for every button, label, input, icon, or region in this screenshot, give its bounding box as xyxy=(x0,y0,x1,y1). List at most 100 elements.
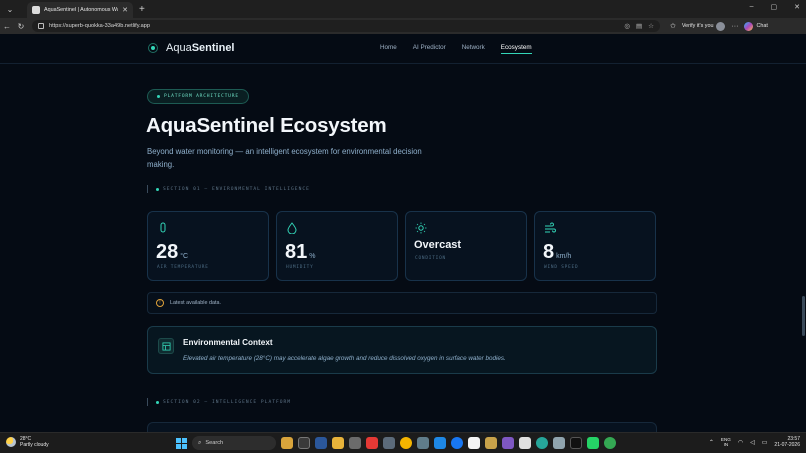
brand-mark-icon xyxy=(148,43,158,53)
address-bar-row: ← ↻ https://superb-quokka-33a49b.netlify… xyxy=(0,18,806,34)
browser-tab-bar: ⌄ AquaSentinel | Autonomous Wate ✕ + – ▢… xyxy=(0,0,806,18)
favorite-star-icon[interactable]: ☆ xyxy=(648,22,654,30)
brand-name: AquaSentinel xyxy=(166,42,235,54)
nav-ecosystem[interactable]: Ecosystem xyxy=(500,44,532,54)
metric-value: Overcast xyxy=(414,239,462,251)
wifi-icon[interactable]: ◠ xyxy=(738,439,743,446)
browser-tab[interactable]: AquaSentinel | Autonomous Wate ✕ xyxy=(27,2,133,18)
verify-button[interactable]: Verify it's you xyxy=(681,21,726,31)
section-01-label: SECTION 01 — ENVIRONMENTAL INTELLIGENCE xyxy=(147,185,310,193)
tab-close-icon[interactable]: ✕ xyxy=(122,6,128,14)
metric-card-humidity: 81% HUMIDITY xyxy=(276,211,398,281)
chrome-app-icon[interactable] xyxy=(400,437,412,449)
file-explorer-icon[interactable] xyxy=(332,437,344,449)
brand-logo[interactable]: AquaSentinel xyxy=(148,42,235,54)
notepad-app-icon[interactable] xyxy=(519,437,531,449)
tab-title: AquaSentinel | Autonomous Wate xyxy=(44,7,119,13)
windows-taskbar: 28°C Partly cloudy ⌕ Search ⌃ ENG IN ◠ ◁ ▭ xyxy=(0,432,806,453)
metric-label: WIND SPEED xyxy=(544,265,579,270)
edge-app-icon[interactable] xyxy=(536,437,548,449)
context-grid-icon xyxy=(158,338,174,354)
metric-cards: 28 °C AIR TEMPERATURE 81% HUMIDITY Overca… xyxy=(147,211,656,281)
new-tab-button[interactable]: + xyxy=(139,4,145,15)
minimize-button[interactable]: – xyxy=(750,3,754,11)
metric-value: 28 °C xyxy=(156,241,189,263)
task-view-icon[interactable] xyxy=(298,437,310,449)
metric-label: HUMIDITY xyxy=(286,265,314,270)
sun-icon xyxy=(415,222,427,234)
nav-network[interactable]: Network xyxy=(462,44,485,54)
url-text: https://superb-quokka-33a49b.netlify.app xyxy=(49,23,150,29)
metric-label: AIR TEMPERATURE xyxy=(157,265,209,270)
chat-label: Chat xyxy=(756,23,768,29)
clock[interactable]: 23:57 21-07-2026 xyxy=(774,436,800,448)
metric-value: 81% xyxy=(285,241,316,263)
app-icon[interactable] xyxy=(349,437,361,449)
intelligence-platform-card xyxy=(147,422,657,432)
verify-label: Verify it's you xyxy=(681,23,714,29)
mail-app-icon[interactable] xyxy=(434,437,446,449)
volume-icon[interactable]: ◁ xyxy=(750,439,755,446)
weather-desc: Partly cloudy xyxy=(20,442,49,448)
wind-icon xyxy=(545,222,556,233)
avatar xyxy=(716,21,726,31)
store-app-icon[interactable] xyxy=(468,437,480,449)
taskbar-apps: ⌕ Search xyxy=(176,436,616,450)
chrome-profile-icon[interactable] xyxy=(604,437,616,449)
location-icon[interactable]: ◎ xyxy=(624,22,630,30)
windows-start-icon[interactable] xyxy=(176,437,187,449)
platform-badge: PLATFORM ARCHITECTURE xyxy=(147,89,249,104)
chevron-up-icon[interactable]: ⌃ xyxy=(709,439,714,446)
calculator-app-icon[interactable] xyxy=(417,437,429,449)
maximize-button[interactable]: ▢ xyxy=(771,3,778,11)
word-app-icon[interactable] xyxy=(315,437,327,449)
context-body: Elevated air temperature (28°C) may acce… xyxy=(183,355,506,362)
clock-icon: ! xyxy=(156,299,164,307)
droplet-icon xyxy=(287,222,297,234)
copilot-icon xyxy=(744,21,754,31)
taskbar-search[interactable]: ⌕ Search xyxy=(192,436,276,450)
site-info-icon[interactable] xyxy=(38,23,44,29)
battery-icon[interactable]: ▭ xyxy=(762,439,768,446)
favicon-icon xyxy=(32,6,40,14)
back-button[interactable]: ← xyxy=(0,22,14,31)
youtube-app-icon[interactable] xyxy=(366,437,378,449)
copilot-chat-button[interactable]: Chat xyxy=(744,21,768,31)
app-icon[interactable] xyxy=(570,437,582,449)
app-icon[interactable] xyxy=(553,437,565,449)
metric-value: 8 km/h xyxy=(543,241,572,263)
context-title: Environmental Context xyxy=(183,338,273,347)
more-menu-icon[interactable]: ··· xyxy=(731,23,738,30)
close-window-button[interactable]: ✕ xyxy=(794,3,800,11)
metric-card-wind: 8 km/h WIND SPEED xyxy=(534,211,656,281)
search-icon: ⌕ xyxy=(198,439,202,446)
reload-button[interactable]: ↻ xyxy=(14,22,28,31)
section-dot-icon xyxy=(156,187,159,191)
thermometer-icon xyxy=(160,222,166,233)
url-field[interactable]: https://superb-quokka-33a49b.netlify.app… xyxy=(32,20,660,32)
reader-icon[interactable]: ▤ xyxy=(636,22,642,30)
copilot-app-icon[interactable] xyxy=(502,437,514,449)
weather-widget[interactable]: 28°C Partly cloudy xyxy=(6,436,49,448)
nav-ai-predictor[interactable]: AI Predictor xyxy=(413,44,446,54)
facebook-app-icon[interactable] xyxy=(451,437,463,449)
medal-app-icon[interactable] xyxy=(485,437,497,449)
data-notice: ! Latest available data. xyxy=(147,292,657,314)
badge-dot-icon xyxy=(157,95,160,98)
metric-label: CONDITION xyxy=(415,256,446,261)
page-scrollbar[interactable] xyxy=(802,296,805,336)
favorites-icon[interactable]: ✩ xyxy=(670,22,676,30)
whatsapp-app-icon[interactable] xyxy=(587,437,599,449)
language-indicator[interactable]: ENG IN xyxy=(721,437,731,448)
system-tray: ⌃ ENG IN ◠ ◁ ▭ 23:57 21-07-2026 xyxy=(709,436,800,448)
web-page: AquaSentinel Home AI Predictor Network E… xyxy=(0,34,806,432)
partly-cloudy-icon xyxy=(6,437,16,447)
tab-menu-icon[interactable]: ⌄ xyxy=(3,2,17,16)
metric-card-temperature: 28 °C AIR TEMPERATURE xyxy=(147,211,269,281)
nav-links: Home AI Predictor Network Ecosystem xyxy=(380,44,532,54)
nav-home[interactable]: Home xyxy=(380,44,397,54)
site-navbar: AquaSentinel Home AI Predictor Network E… xyxy=(0,34,806,64)
widgets-app-icon[interactable] xyxy=(281,437,293,449)
page-title: AquaSentinel Ecosystem xyxy=(146,114,387,137)
camera-app-icon[interactable] xyxy=(383,437,395,449)
